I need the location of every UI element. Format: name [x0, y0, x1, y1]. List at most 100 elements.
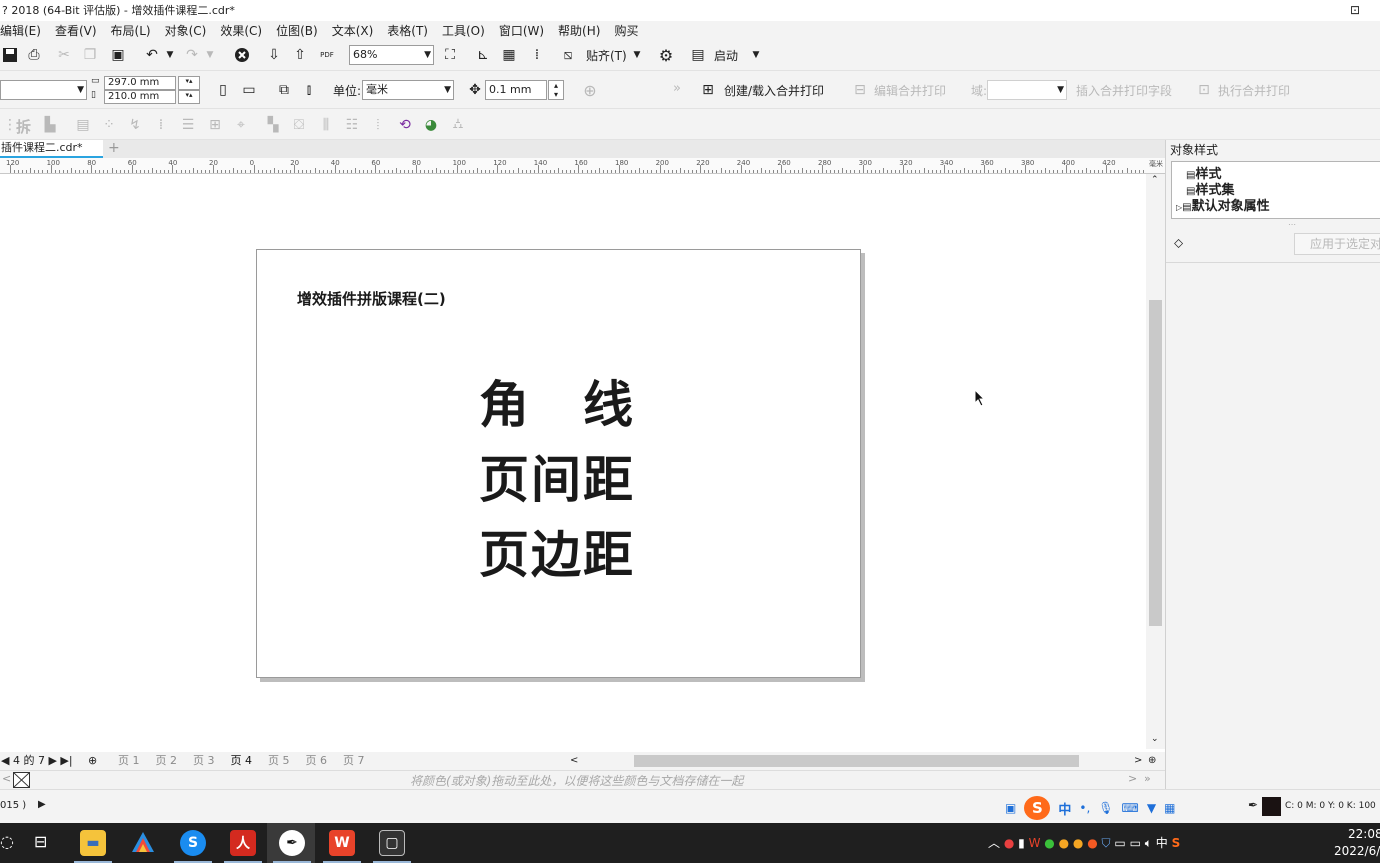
export-icon[interactable]: ⇧	[290, 45, 310, 65]
snap-icon[interactable]: ⧅	[558, 45, 578, 65]
menu-table[interactable]: 表格(T)	[387, 21, 428, 41]
tray-wps-icon[interactable]: W	[1029, 836, 1041, 850]
print-icon[interactable]: ⎙	[24, 45, 44, 65]
application-launcher-icon[interactable]: ▤	[688, 45, 708, 65]
snap-dropdown-icon[interactable]: ▼	[627, 45, 647, 65]
vertical-scrollbar[interactable]: ⌃ ⌄	[1146, 174, 1165, 749]
page-tab-6[interactable]: 页 6	[306, 753, 328, 769]
outline-pen-icon[interactable]: ✒	[1248, 798, 1258, 812]
insert-merge-field-button[interactable]: 插入合并打印字段	[1076, 82, 1172, 99]
plugin-icon-6[interactable]: ⁞	[151, 115, 171, 135]
unit-select[interactable]: 毫米 ▼	[362, 80, 454, 100]
plugin-icon-16[interactable]: ◕	[421, 115, 441, 135]
corel-app-icon[interactable]	[130, 830, 156, 856]
scroll-up-icon[interactable]: ⌃	[1151, 175, 1159, 185]
menu-view[interactable]: 查看(V)	[55, 21, 97, 41]
copy-icon[interactable]: ❐	[80, 45, 100, 65]
zoom-navigator-icon[interactable]: ⊕	[1148, 752, 1156, 770]
tray-shield-icon[interactable]: ⛉	[1102, 836, 1111, 850]
scroll-right-icon[interactable]: >	[1134, 752, 1142, 770]
plugin-icon-2[interactable]: ▙	[40, 115, 60, 135]
wps-office-icon[interactable]: W	[329, 830, 355, 856]
tree-item-default-properties[interactable]: ▷▤默认对象属性	[1176, 195, 1270, 214]
plugin-icon-12[interactable]: ⫼	[316, 115, 336, 135]
menu-effects[interactable]: 效果(C)	[220, 21, 262, 41]
split-button[interactable]: 拆	[16, 116, 31, 137]
palette-expand-icon[interactable]: »	[1144, 772, 1151, 785]
cut-icon[interactable]: ✂	[54, 45, 74, 65]
sogou-logo-icon[interactable]: S	[1024, 796, 1051, 820]
page-width-field[interactable]: 297.0 mm	[104, 76, 176, 90]
docker-grip-icon[interactable]: ⋯	[1288, 220, 1296, 229]
current-page-icon[interactable]: ⫾	[299, 80, 319, 100]
page-tab-5[interactable]: 页 5	[268, 753, 290, 769]
options-gear-icon[interactable]: ⚙	[656, 45, 676, 65]
redo-dropdown-icon[interactable]: ▼	[200, 45, 220, 65]
field-select[interactable]: ▼	[987, 80, 1067, 100]
page-tab-3[interactable]: 页 3	[193, 753, 215, 769]
page-height-spinner[interactable]: ▾▴	[178, 90, 200, 104]
text-page-margin[interactable]: 页边距	[479, 515, 635, 587]
palette-right-icon[interactable]: >	[1128, 772, 1137, 785]
chevron-down-icon[interactable]: ▼	[424, 46, 431, 64]
plugin-icon-11[interactable]: ⛋	[289, 115, 309, 135]
page-tab-2[interactable]: 页 2	[156, 753, 178, 769]
edit-merge-button[interactable]: 编辑合并打印	[874, 82, 946, 99]
text-page-spacing[interactable]: 页间距	[479, 440, 635, 512]
create-merge-icon[interactable]: ⊞	[698, 80, 718, 100]
horizontal-ruler[interactable]: 毫米 120 100 80 60 40 20 0 20 40 60 80 100 120 140 160 18…	[0, 158, 1165, 174]
ime-skin-icon[interactable]: ▼	[1147, 801, 1156, 815]
page-width-spinner[interactable]: ▾▴	[178, 76, 200, 90]
capture-app-icon[interactable]: ▢	[379, 830, 405, 856]
no-color-swatch[interactable]	[13, 772, 30, 788]
page-tab-4[interactable]: 页 4	[231, 753, 253, 769]
search-icon[interactable]: ◌	[0, 832, 14, 851]
pdf-reader-icon[interactable]: 人	[230, 830, 256, 856]
plugin-icon-15[interactable]: ⟲	[395, 115, 415, 135]
page-size-select[interactable]: ▼	[0, 80, 87, 100]
coreldraw-icon[interactable]: ✒	[279, 830, 305, 856]
import-icon[interactable]: ⇩	[264, 45, 284, 65]
page-nav-controls[interactable]: ◀ 4 的 7 ▶ ▶|	[1, 752, 73, 770]
scroll-down-icon[interactable]: ⌄	[1151, 734, 1159, 744]
portrait-icon[interactable]: ▯	[213, 80, 233, 100]
tray-battery-icon[interactable]: ▭	[1114, 836, 1125, 850]
plugin-icon-17[interactable]: ⛼	[448, 115, 468, 135]
plugin-icon-14[interactable]: ⦙	[368, 115, 388, 135]
chevron-down-icon[interactable]: ▼	[444, 81, 451, 99]
fill-color-swatch[interactable]	[1262, 797, 1281, 816]
vertical-scroll-thumb[interactable]	[1149, 300, 1162, 626]
menu-edit[interactable]: 编辑(E)	[0, 21, 41, 41]
tray-volume-icon[interactable]: 🔈︎	[1145, 836, 1152, 850]
horizontal-scroll-thumb[interactable]	[634, 755, 1079, 767]
tray-qq-icon[interactable]: ●	[1059, 836, 1069, 850]
plugin-icon-13[interactable]: ☷	[342, 115, 362, 135]
nudge-spinner[interactable]: ▴ ▾	[548, 80, 564, 100]
run-merge-icon[interactable]: ⊡	[1194, 80, 1214, 100]
plugin-icon-3[interactable]: ▤	[73, 115, 93, 135]
task-view-icon[interactable]: ⊟	[34, 832, 47, 851]
launch-dropdown-icon[interactable]: ▼	[746, 45, 766, 65]
new-document-tab-button[interactable]: +	[108, 140, 120, 156]
landscape-icon[interactable]: ▭	[239, 80, 259, 100]
menu-help[interactable]: 帮助(H)	[558, 21, 600, 41]
undo-icon[interactable]: ↶	[142, 45, 162, 65]
plugin-icon-7[interactable]: ☰	[178, 115, 198, 135]
new-style-icon[interactable]: ⬦	[1174, 236, 1183, 251]
page-heading[interactable]: 增效插件拼版课程(二)	[297, 288, 446, 309]
document-tab[interactable]: 插件课程二.cdr*	[0, 140, 103, 158]
chevron-down-icon[interactable]: ▼	[1057, 81, 1064, 99]
taskbar-clock[interactable]: 22:08 2022/6/	[1334, 826, 1380, 860]
tray-network-icon[interactable]: ▭	[1130, 836, 1141, 850]
toolbar-overflow[interactable]: »	[673, 81, 681, 96]
paste-icon[interactable]: ▣	[108, 45, 128, 65]
show-guidelines-icon[interactable]: ⁞	[527, 45, 547, 65]
document-page[interactable]: 增效插件拼版课程(二) 角 线 页间距 页边距	[256, 249, 861, 678]
ime-toolbar[interactable]: ▣ S 中 •, 🎙︎ ⌨ ▼ ▦	[1005, 796, 1195, 820]
page-tab-1[interactable]: 页 1	[118, 753, 140, 769]
page-height-field[interactable]: 210.0 mm	[104, 90, 176, 104]
plugin-icon-8[interactable]: ⊞	[205, 115, 225, 135]
show-rulers-icon[interactable]: ⊾	[473, 45, 493, 65]
tray-wechat-icon[interactable]: ●	[1044, 836, 1054, 850]
ime-voice-icon[interactable]: 🎙︎	[1098, 801, 1113, 815]
